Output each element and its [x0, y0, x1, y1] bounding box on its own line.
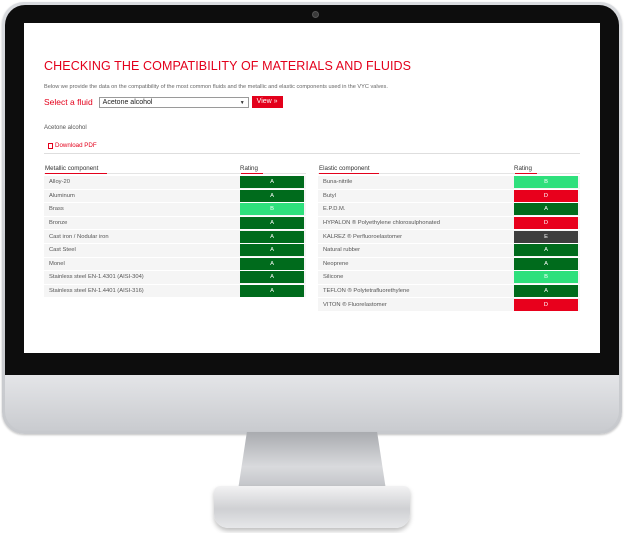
table-row: Brass B	[44, 203, 306, 217]
component-name: Natural rubber	[323, 247, 361, 254]
table-row: Butyl D	[318, 189, 580, 204]
table-row: Stainless steel EN-1.4301 (AISI-304) A	[44, 271, 306, 285]
rating-badge: D	[514, 189, 578, 202]
download-pdf-label: Download PDF	[55, 142, 97, 149]
table-row: Alloy-20 A	[44, 176, 306, 190]
table-row: Buna-nitrile B	[318, 176, 580, 190]
screen-content: CHECKING THE COMPATIBILITY OF MATERIALS …	[24, 23, 600, 353]
component-name: VITON ® Fluorelastomer	[323, 301, 387, 308]
elastic-header-rating: Rating	[514, 165, 580, 174]
rating-badge: A	[240, 271, 304, 284]
table-row: HYPALON ® Polyethylene chlorosulphonated…	[318, 216, 580, 231]
component-name: Stainless steel EN-1.4301 (AISI-304)	[49, 274, 144, 281]
page-title: CHECKING THE COMPATIBILITY OF MATERIALS …	[44, 59, 412, 73]
component-name: KALREZ ® Perfluoroelastomer	[323, 233, 403, 240]
chevron-down-icon: ▼	[239, 99, 245, 106]
view-button[interactable]: View »	[251, 96, 283, 108]
rating-badge: D	[514, 217, 578, 230]
rating-badge: A	[240, 189, 304, 202]
monitor-stand-foot	[214, 486, 410, 528]
rating-badge: A	[514, 257, 578, 270]
table-row: TEFLON ® Polytetrafluorethylene A	[318, 284, 580, 299]
rating-badge: D	[514, 298, 578, 311]
divider	[44, 153, 580, 154]
component-name: Cast Steel	[49, 247, 76, 254]
metallic-rows: Alloy-20 A Aluminum A Brass B Bronze A Cast iron…	[44, 176, 306, 299]
elastic-rows: Buna-nitrile B Butyl D E.P.D.M. A HYPALON ® Po…	[318, 176, 580, 312]
metallic-header-rating: Rating	[240, 165, 306, 174]
selected-fluid-name: Acetone alcohol	[44, 125, 87, 131]
component-name: TEFLON ® Polytetrafluorethylene	[323, 288, 410, 295]
component-name: Bronze	[49, 220, 68, 227]
rating-badge: A	[240, 176, 304, 189]
table-row: Aluminum A	[44, 189, 306, 204]
table-row: Natural rubber A	[318, 243, 580, 258]
camera-dot	[312, 11, 319, 18]
table-row: VITON ® Fluorelastomer D	[318, 298, 580, 312]
table-row: Silicone B	[318, 271, 580, 285]
rating-badge: B	[514, 271, 578, 284]
component-name: Monel	[49, 260, 65, 267]
select-fluid-label: Select a fluid	[44, 97, 93, 107]
component-name: Aluminum	[49, 192, 75, 199]
fluid-selector: Select a fluid Acetone alcohol ▼ View »	[44, 96, 580, 108]
component-name: Alloy-20	[49, 179, 70, 186]
component-name: Neoprene	[323, 260, 349, 267]
monitor-chin	[5, 375, 619, 431]
component-name: Silicone	[323, 274, 344, 281]
metallic-header-name: Metallic component	[44, 165, 240, 174]
table-row: Bronze A	[44, 216, 306, 231]
rating-badge: B	[240, 203, 304, 216]
rating-badge: A	[240, 257, 304, 270]
fluid-select[interactable]: Acetone alcohol ▼	[98, 96, 249, 108]
table-row: E.P.D.M. A	[318, 203, 580, 217]
component-name: Brass	[49, 206, 64, 213]
table-row: Cast Steel A	[44, 243, 306, 258]
monitor-stand-neck	[238, 432, 386, 490]
rating-badge: A	[240, 244, 304, 257]
compatibility-tables: Metallic component Rating Alloy-20 A Alumi…	[44, 163, 580, 312]
rating-badge: A	[514, 244, 578, 257]
rating-badge: B	[514, 176, 578, 189]
table-row: Neoprene A	[318, 257, 580, 272]
rating-badge: A	[514, 285, 578, 298]
component-name: E.P.D.M.	[323, 206, 346, 213]
rating-badge: A	[514, 203, 578, 216]
table-row: Monel A	[44, 257, 306, 272]
table-row: KALREZ ® Perfluoroelastomer E	[318, 230, 580, 244]
component-name: HYPALON ® Polyethylene chlorosulphonated	[323, 220, 440, 227]
rating-badge: E	[514, 230, 578, 243]
table-row: Cast iron / Nodular iron A	[44, 230, 306, 244]
metallic-table-header: Metallic component Rating	[44, 163, 306, 174]
component-name: Stainless steel EN-1.4401 (AISI-316)	[49, 288, 144, 295]
elastic-table: Elastic component Rating Buna-nitrile B Bu…	[318, 163, 580, 312]
pdf-file-icon	[48, 142, 53, 149]
component-name: Butyl	[323, 192, 336, 199]
intro-text: Below we provide the data on the compati…	[44, 84, 388, 90]
elastic-header-name: Elastic component	[318, 165, 514, 174]
elastic-table-header: Elastic component Rating	[318, 163, 580, 174]
fluid-select-value: Acetone alcohol	[102, 98, 153, 106]
rating-badge: A	[240, 285, 304, 298]
rating-badge: A	[240, 230, 304, 243]
metallic-table: Metallic component Rating Alloy-20 A Alumi…	[44, 163, 306, 312]
component-name: Buna-nitrile	[323, 179, 353, 186]
table-row: Stainless steel EN-1.4401 (AISI-316) A	[44, 284, 306, 299]
component-name: Cast iron / Nodular iron	[49, 233, 109, 240]
rating-badge: A	[240, 217, 304, 230]
download-pdf-link[interactable]: Download PDF	[48, 142, 580, 149]
